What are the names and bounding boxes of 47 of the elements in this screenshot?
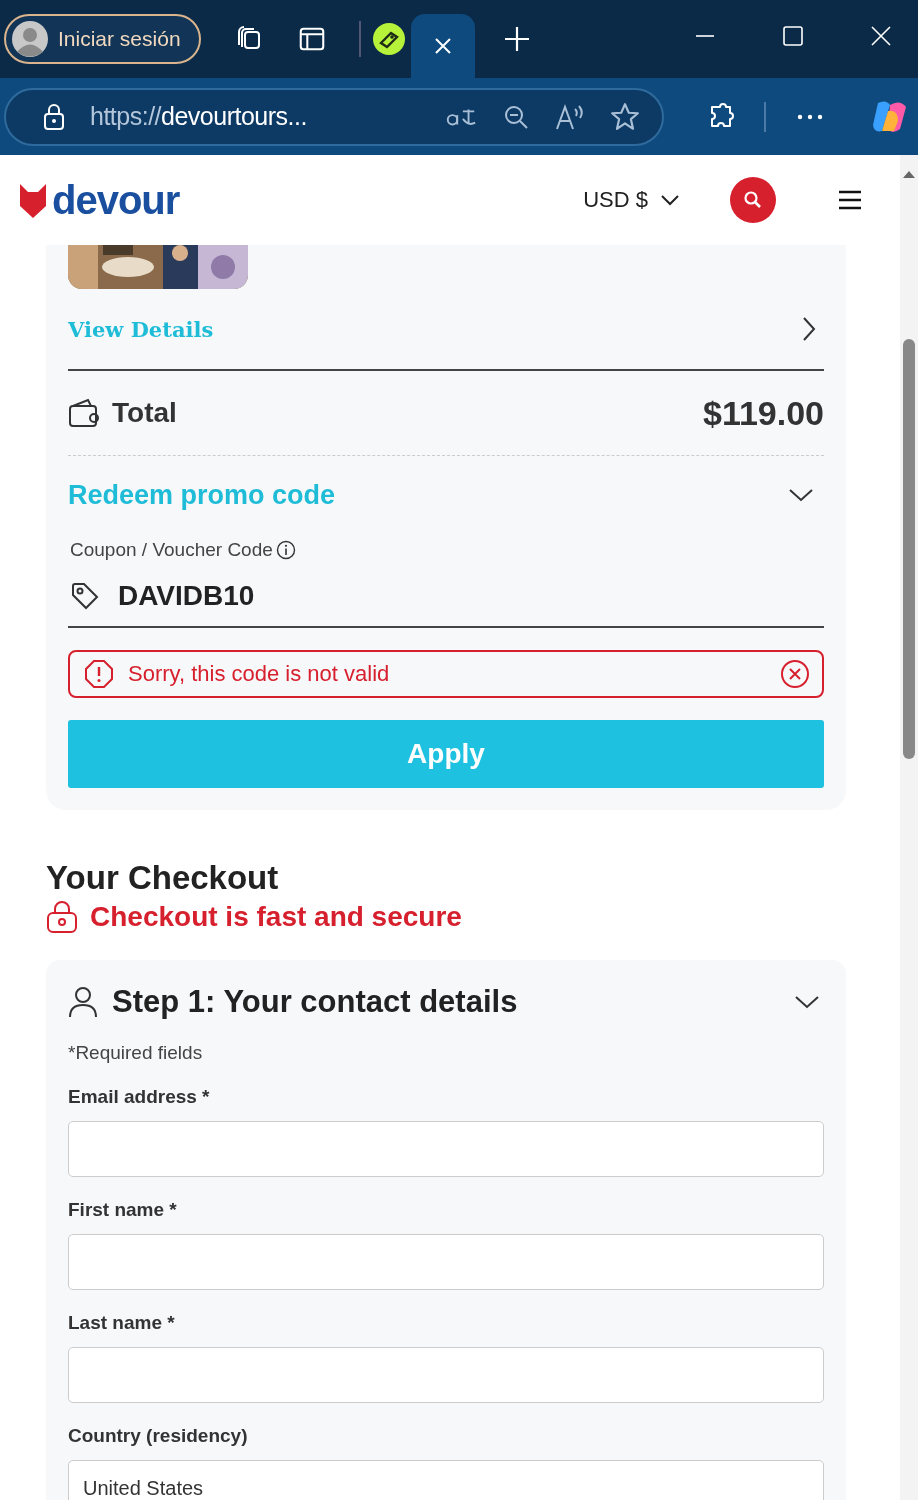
search-button[interactable] — [730, 177, 776, 223]
scroll-up-icon[interactable] — [902, 169, 916, 179]
favorite-star-icon[interactable] — [610, 101, 640, 132]
field-label: Coupon / Voucher Code — [70, 539, 273, 561]
input-field[interactable] — [68, 1347, 824, 1403]
coupon-field[interactable]: DAVIDB10 — [68, 566, 824, 628]
logo-text[interactable]: devour — [52, 177, 180, 223]
close-icon[interactable] — [870, 25, 892, 47]
secure-note: Checkout is fast and secure — [90, 901, 462, 933]
profile-button[interactable]: Iniciar sesión — [4, 14, 201, 64]
chevron-right-icon[interactable] — [802, 316, 816, 342]
lock-icon — [42, 102, 66, 131]
chevron-down-icon — [660, 194, 680, 206]
input-field[interactable]: United States — [68, 1460, 824, 1500]
chevron-icon[interactable] — [788, 488, 814, 502]
tab-favicon-icon[interactable] — [372, 23, 405, 55]
avatar-icon — [12, 21, 48, 57]
total-label: Total — [112, 397, 177, 429]
search-icon — [743, 190, 763, 210]
address-bar[interactable]: https://devourtours... — [4, 87, 664, 146]
maximize-icon[interactable] — [782, 25, 804, 47]
dismiss-icon[interactable] — [780, 659, 810, 689]
chevron-icon[interactable] — [794, 995, 820, 1009]
currency-selector[interactable]: USD $ — [577, 186, 686, 214]
lock-icon — [46, 900, 78, 934]
person-icon — [68, 985, 98, 1019]
scrollbar-thumb[interactable] — [903, 339, 915, 759]
step-heading[interactable]: Step 1: Your contact details — [112, 984, 518, 1020]
field-label: Last name * — [68, 1312, 176, 1334]
field-label: First name * — [68, 1199, 178, 1221]
info-icon[interactable] — [275, 540, 296, 560]
field-label: Country (residency) — [68, 1425, 249, 1447]
tag-icon — [70, 581, 100, 611]
total-price: $119.00 — [702, 393, 824, 433]
field-label: Email address * — [68, 1086, 211, 1108]
menu-icon[interactable] — [838, 189, 862, 211]
new-tab-icon[interactable] — [502, 25, 531, 53]
input-field[interactable] — [68, 1234, 824, 1290]
close-tab-icon[interactable] — [432, 36, 453, 56]
required-note: *Required fields — [68, 1042, 204, 1064]
wallet-icon — [68, 397, 100, 429]
read-aloud-icon[interactable] — [554, 102, 586, 131]
error-text: Sorry, this code is not valid — [128, 661, 390, 687]
url-text: https://devourtours... — [90, 102, 308, 131]
input-field[interactable] — [68, 1121, 824, 1177]
checkout-heading: Your Checkout — [46, 858, 280, 898]
warning-icon — [84, 659, 114, 689]
